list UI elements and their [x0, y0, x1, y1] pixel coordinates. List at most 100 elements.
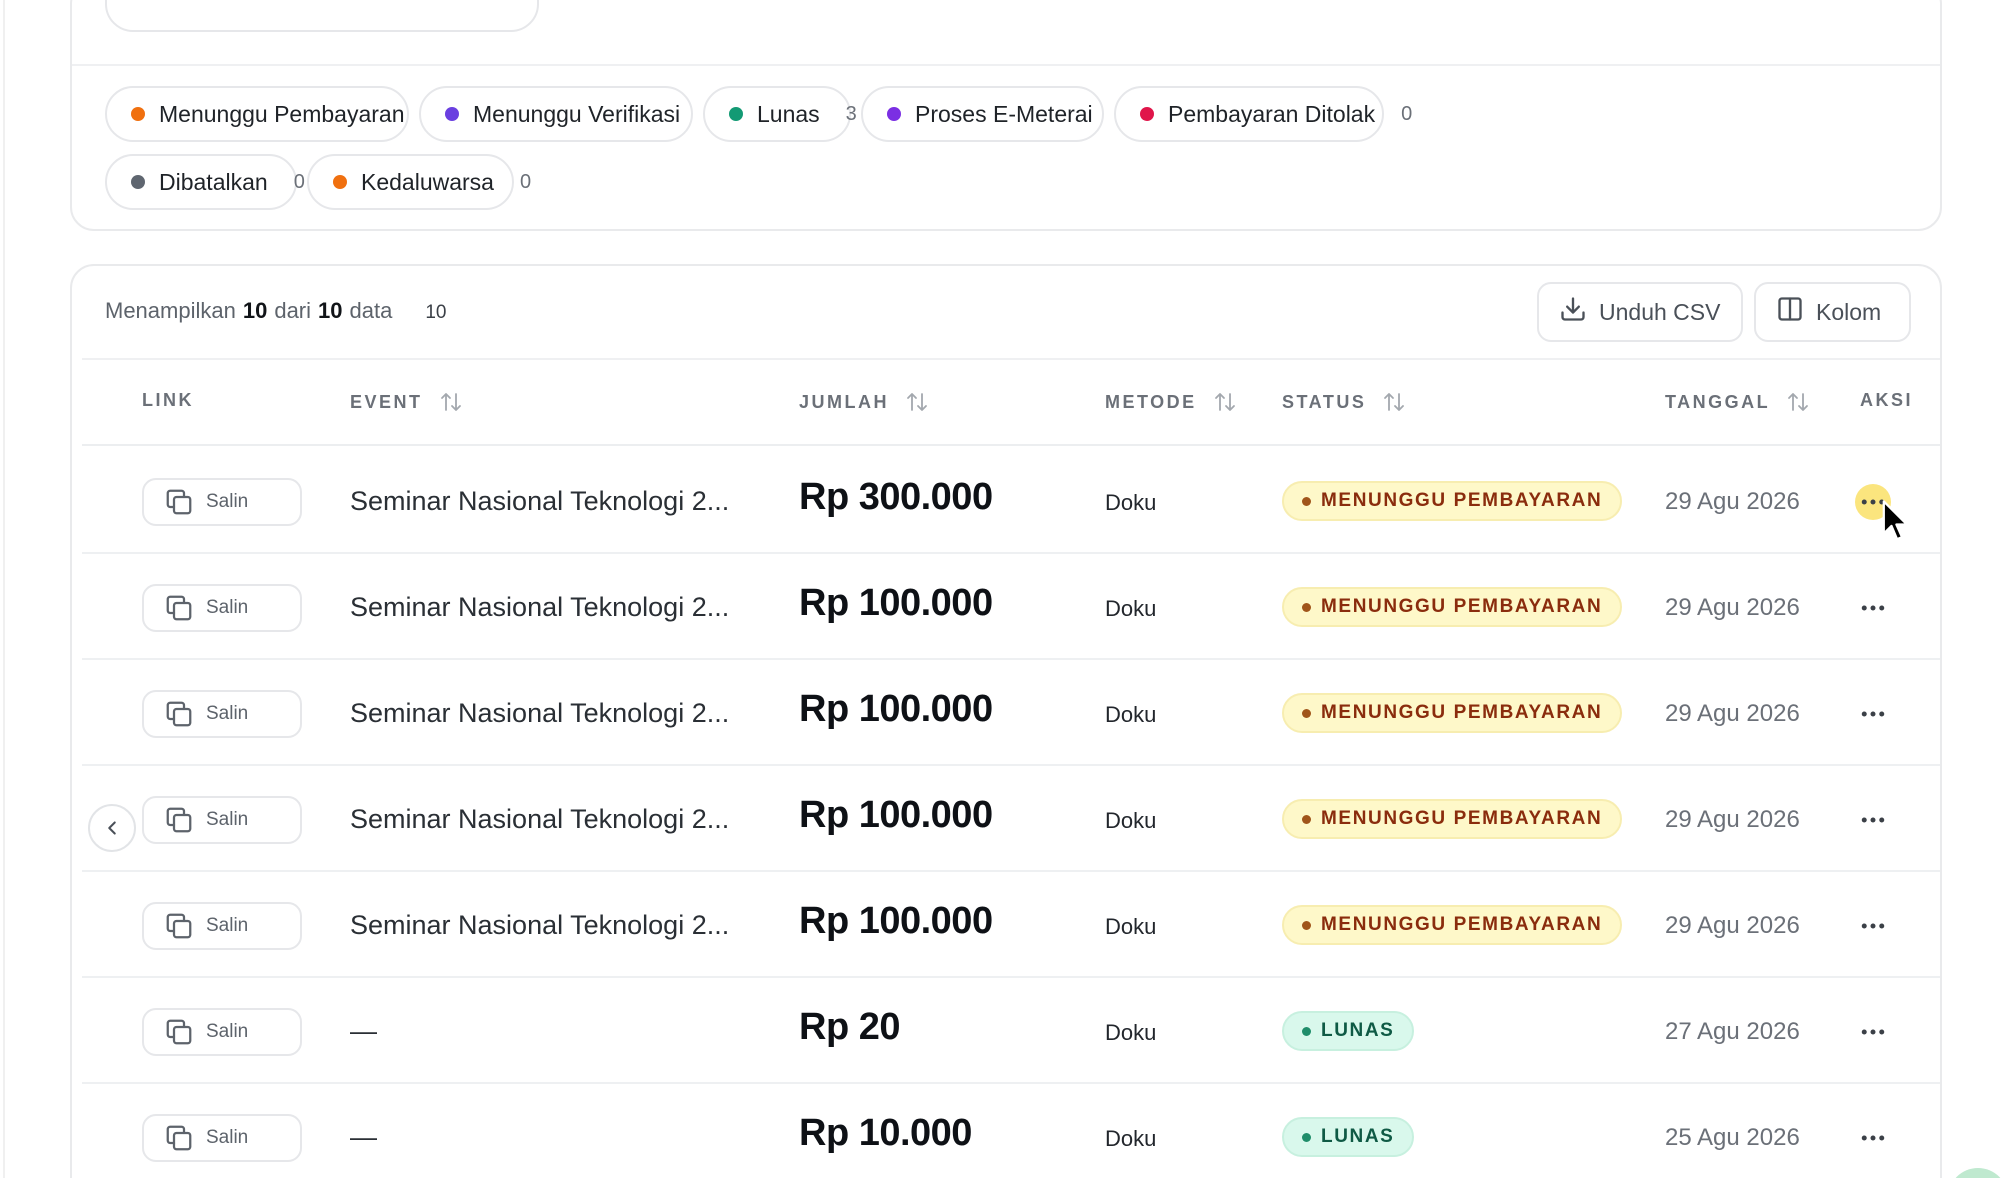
- chevron-left-icon: [108, 821, 116, 835]
- header-date[interactable]: TANGGAL: [1665, 390, 1810, 414]
- chip-menunggu-verifikasi[interactable]: Menunggu Verifikasi 0: [419, 86, 717, 142]
- more-horizontal-icon: [1861, 605, 1885, 611]
- cell-event: —: [350, 1122, 377, 1152]
- chip-count: 0: [1401, 102, 1413, 125]
- row-actions-button[interactable]: [1855, 590, 1891, 626]
- copy-link-button[interactable]: Salin: [142, 1114, 302, 1162]
- chip-label: Dibatalkan: [159, 168, 268, 195]
- status-dot: [1302, 920, 1311, 930]
- copy-link-button[interactable]: Salin: [142, 902, 302, 950]
- status-dot: [1302, 708, 1311, 718]
- event-select[interactable]: Pilih event: [105, 0, 539, 32]
- scroll-left-button[interactable]: [88, 804, 136, 852]
- cell-date: 29 Agu 2026: [1665, 806, 1800, 833]
- header-amount[interactable]: JUMLAH: [799, 390, 929, 414]
- header-amount-label: JUMLAH: [799, 391, 889, 412]
- copy-link-button[interactable]: Salin: [142, 584, 302, 632]
- summary-of: dari: [274, 298, 312, 323]
- download-icon: [1559, 295, 1587, 329]
- copy-link-button[interactable]: Salin: [142, 796, 302, 844]
- per-page-select[interactable]: 10: [425, 302, 446, 324]
- row-actions-button[interactable]: [1855, 1014, 1891, 1050]
- sort-arrows-icon: [907, 393, 927, 411]
- cell-method: Doku: [1105, 808, 1157, 833]
- more-horizontal-icon: [1861, 1135, 1885, 1141]
- sort-arrows-icon: [1214, 393, 1235, 411]
- status-badge: MENUNGGU PEMBAYARAN: [1282, 587, 1623, 627]
- status-badge: LUNAS: [1282, 1117, 1415, 1157]
- chip-label: Lunas: [757, 100, 820, 127]
- table-row: Salin — Rp 10.000 Doku LUNAS 25 Agu 2026: [82, 1084, 1940, 1178]
- row-actions-button[interactable]: [1855, 908, 1891, 944]
- copy-label: Salin: [206, 1127, 249, 1148]
- table-card: Menampilkan 10 dari 10 data 10 Unduh CSV…: [70, 264, 1942, 1178]
- cell-amount: Rp 100.000: [799, 688, 993, 730]
- copy-link-button[interactable]: Salin: [142, 690, 302, 738]
- status-dot: [1302, 814, 1311, 824]
- status-dot: [729, 107, 743, 121]
- header-action: AKSI: [1860, 390, 1913, 411]
- more-horizontal-icon: [1861, 711, 1885, 717]
- header-method[interactable]: METODE: [1105, 390, 1237, 414]
- status-dot: [333, 175, 347, 189]
- cell-event: Seminar Nasional Teknologi 2...: [350, 486, 730, 516]
- copy-icon: [166, 489, 192, 515]
- copy-icon: [166, 807, 192, 833]
- sort-arrows-icon: [1788, 393, 1809, 411]
- status-dot: [1302, 1026, 1311, 1036]
- header-link-label: LINK: [142, 390, 194, 410]
- status-dot: [1302, 602, 1311, 612]
- chip-label: Proses E-Meterai: [915, 100, 1093, 127]
- cell-event: Seminar Nasional Teknologi 2...: [350, 804, 730, 834]
- status-badge: LUNAS: [1282, 1011, 1415, 1051]
- status-dot: [1302, 1132, 1311, 1142]
- copy-link-button[interactable]: Salin: [142, 1008, 302, 1056]
- status-label: MENUNGGU PEMBAYARAN: [1321, 596, 1603, 617]
- table-row: Salin — Rp 20 Doku LUNAS 27 Agu 2026: [82, 978, 1940, 1084]
- download-csv-button[interactable]: Unduh CSV: [1537, 282, 1743, 342]
- cell-method: Doku: [1105, 914, 1157, 939]
- more-horizontal-icon: [1861, 817, 1885, 823]
- columns-button[interactable]: Kolom: [1754, 282, 1911, 342]
- sort-arrows-icon: [1384, 393, 1405, 411]
- chip-count: 3: [845, 102, 857, 125]
- status-label: MENUNGGU PEMBAYARAN: [1321, 914, 1603, 935]
- copy-label: Salin: [206, 809, 249, 830]
- chip-menunggu-pembayaran[interactable]: Menunggu Pembayaran 7: [105, 86, 442, 142]
- header-status[interactable]: STATUS: [1282, 390, 1406, 414]
- copy-label: Salin: [206, 915, 249, 936]
- header-event-label: EVENT: [350, 391, 423, 412]
- status-dot: [1140, 107, 1154, 121]
- copy-icon: [166, 1125, 192, 1151]
- cell-method: Doku: [1105, 596, 1157, 621]
- copy-link-button[interactable]: Salin: [142, 478, 302, 526]
- row-actions-button[interactable]: [1855, 696, 1891, 732]
- table-row: Salin Seminar Nasional Teknologi 2... Rp…: [82, 766, 1940, 872]
- cell-amount: Rp 100.000: [799, 900, 993, 942]
- header-action-label: AKSI: [1860, 390, 1914, 410]
- summary-total: 10: [318, 298, 343, 323]
- row-actions-button[interactable]: [1855, 802, 1891, 838]
- summary-shown: 10: [242, 298, 268, 323]
- filter-card: Pilih event Menunggu Pembayaran 7 Menung…: [70, 0, 1942, 231]
- header-event[interactable]: EVENT: [350, 390, 463, 414]
- status-label: MENUNGGU PEMBAYARAN: [1321, 490, 1603, 511]
- chip-count: 0: [519, 170, 532, 193]
- chip-kedaluwarsa[interactable]: Kedaluwarsa 0: [307, 154, 531, 210]
- chip-dibatalkan[interactable]: Dibatalkan 0: [105, 154, 305, 210]
- chip-lunas[interactable]: Lunas 3: [703, 86, 857, 142]
- row-actions-button[interactable]: [1855, 1120, 1891, 1156]
- chip-pembayaran-ditolak[interactable]: Pembayaran Ditolak 0: [1114, 86, 1412, 142]
- chip-count: 0: [293, 170, 305, 193]
- cell-event: Seminar Nasional Teknologi 2...: [350, 698, 730, 728]
- chip-label: Menunggu Verifikasi: [473, 100, 681, 127]
- page: Pilih event Menunggu Pembayaran 7 Menung…: [0, 0, 2008, 1178]
- table-row: Salin Seminar Nasional Teknologi 2... Rp…: [82, 554, 1940, 660]
- header-method-label: METODE: [1105, 391, 1197, 412]
- cell-amount: Rp 10.000: [799, 1112, 972, 1154]
- status-dot: [887, 107, 901, 121]
- chip-proses-e-meterai[interactable]: Proses E-Meterai 0: [861, 86, 1130, 142]
- divider: [72, 64, 1940, 66]
- header-status-label: STATUS: [1282, 391, 1367, 412]
- status-label: LUNAS: [1321, 1126, 1395, 1147]
